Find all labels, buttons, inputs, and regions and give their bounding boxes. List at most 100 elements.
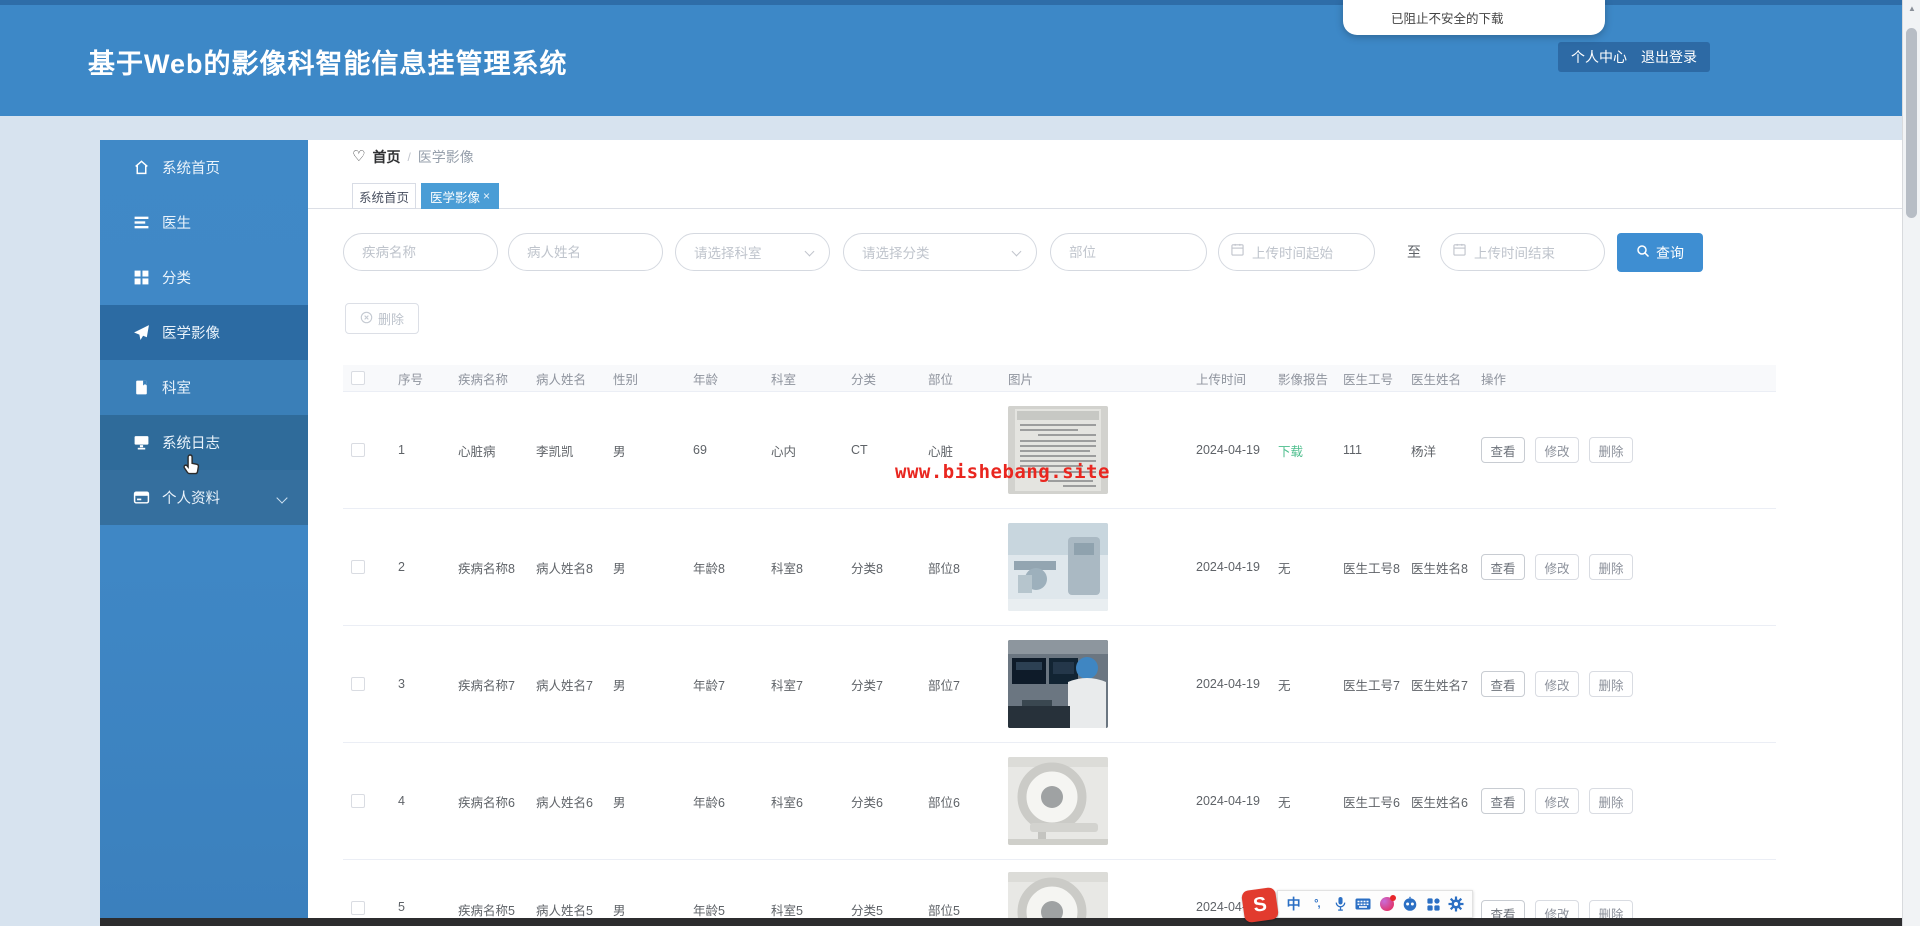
window-bottom-edge — [100, 918, 1904, 926]
medical-image-thumbnail[interactable] — [1008, 872, 1108, 918]
medical-image-thumbnail[interactable] — [1008, 757, 1108, 845]
vertical-scrollbar[interactable]: ▲ — [1902, 0, 1920, 926]
cell-age: 年龄6 — [693, 795, 725, 810]
breadcrumb-current: 医学影像 — [417, 149, 474, 165]
column-header: 序号 — [398, 372, 424, 387]
punctuation-icon[interactable]: °, — [1308, 896, 1325, 913]
sogou-logo-icon[interactable]: S — [1240, 886, 1280, 924]
column-header: 医生工号 — [1343, 372, 1394, 387]
sidebar-item-doctor[interactable]: 医生 — [100, 195, 308, 250]
cell-upload-date: 2024-04-19 — [1196, 677, 1260, 691]
sidebar-item-department[interactable]: 科室 — [100, 360, 308, 415]
view-button[interactable]: 查看 — [1481, 554, 1525, 580]
delete-row-button[interactable]: 删除 — [1589, 788, 1633, 814]
mouse-cursor-icon — [181, 452, 205, 483]
report-link[interactable]: 下载 — [1278, 445, 1303, 459]
upload-date-start-picker[interactable]: 上传时间起始 — [1218, 233, 1375, 271]
delete-row-button[interactable]: 删除 — [1589, 437, 1633, 463]
cell-category: 分类5 — [851, 904, 883, 918]
delete-row-button[interactable]: 删除 — [1589, 900, 1633, 918]
table-header: 序号 疾病名称 病人姓名 性别 年龄 科室 分类 部位 图片 上传时间 影像报告… — [343, 365, 1776, 392]
column-header: 操作 — [1481, 372, 1507, 387]
report-link[interactable]: 无 — [1278, 796, 1291, 810]
medical-image-thumbnail[interactable] — [1008, 640, 1108, 728]
scrollbar-thumb[interactable] — [1906, 28, 1917, 218]
upload-date-end-picker[interactable]: 上传时间结束 — [1440, 233, 1605, 271]
column-header: 疾病名称 — [458, 372, 509, 387]
edit-button[interactable]: 修改 — [1535, 437, 1579, 463]
column-header: 分类 — [851, 372, 877, 387]
report-link[interactable]: 无 — [1278, 679, 1291, 693]
sidebar-item-category[interactable]: 分类 — [100, 250, 308, 305]
column-header: 性别 — [613, 372, 639, 387]
sidebar: 系统首页 医生 分类 医学影像 科室 系统日志 个人资料 — [100, 140, 308, 918]
ime-mode-chinese[interactable]: 中 — [1285, 896, 1302, 913]
cell-department: 心内 — [771, 444, 797, 459]
cell-disease: 心脏病 — [458, 444, 496, 459]
scroll-up-icon[interactable]: ▲ — [1903, 4, 1920, 13]
download-blocked-text: 已阻止不安全的下载 — [1391, 12, 1504, 26]
cell-bodypart: 部位5 — [928, 904, 960, 918]
cell-upload-date: 2024-04-19 — [1196, 560, 1260, 574]
cell-doctor-name: 杨洋 — [1411, 444, 1437, 459]
medical-image-thumbnail[interactable] — [1008, 523, 1108, 611]
cell-disease: 疾病名称5 — [458, 904, 515, 918]
tab-system-home[interactable]: 系统首页 — [352, 183, 416, 209]
sidebar-item-medical-imaging[interactable]: 医学影像 — [100, 305, 308, 360]
body-part-input[interactable] — [1050, 233, 1207, 271]
cell-patient: 病人姓名6 — [536, 795, 593, 810]
view-button[interactable]: 查看 — [1481, 900, 1525, 918]
disease-name-input[interactable] — [343, 233, 498, 271]
cell-department: 科室8 — [771, 561, 803, 576]
edit-button[interactable]: 修改 — [1535, 900, 1579, 918]
view-button[interactable]: 查看 — [1481, 671, 1525, 697]
cell-bodypart: 部位8 — [928, 561, 960, 576]
view-button[interactable]: 查看 — [1481, 437, 1525, 463]
robot-icon[interactable] — [1401, 896, 1418, 913]
notebook-icon — [133, 379, 150, 396]
id-card-icon — [133, 489, 150, 506]
cell-department: 科室7 — [771, 678, 803, 693]
row-checkbox[interactable] — [351, 560, 365, 575]
cell-age: 年龄5 — [693, 904, 725, 918]
row-checkbox[interactable] — [351, 900, 365, 915]
cell-no: 4 — [398, 794, 405, 808]
logout-link[interactable]: 退出登录 — [1641, 47, 1697, 67]
table-row: 1 心脏病 李凯凯 男 69 心内 CT 心脏 2024-04-19 下载 11… — [343, 392, 1776, 509]
gear-icon[interactable] — [1448, 896, 1465, 913]
page-title: 基于Web的影像科智能信息挂管理系统 — [88, 49, 568, 79]
edit-button[interactable]: 修改 — [1535, 788, 1579, 814]
report-link[interactable]: 无 — [1278, 562, 1291, 576]
row-checkbox[interactable] — [351, 443, 365, 458]
chevron-down-icon — [276, 492, 288, 504]
delete-row-button[interactable]: 删除 — [1589, 554, 1633, 580]
cell-doctor-id: 医生工号7 — [1343, 678, 1400, 693]
edit-button[interactable]: 修改 — [1535, 554, 1579, 580]
patient-name-input[interactable] — [508, 233, 663, 271]
header-nav: 个人中心 退出登录 — [1558, 42, 1710, 72]
category-select[interactable]: 请选择分类 — [843, 233, 1037, 271]
table-row: 3 疾病名称7 病人姓名7 男 年龄7 科室7 分类7 部位7 2024-04-… — [343, 626, 1776, 743]
select-all-checkbox[interactable] — [351, 371, 365, 386]
department-select[interactable]: 请选择科室 — [675, 233, 830, 271]
personal-center-link[interactable]: 个人中心 — [1571, 47, 1627, 67]
mic-icon[interactable] — [1332, 896, 1349, 913]
apps-icon[interactable] — [1425, 896, 1442, 913]
row-checkbox[interactable] — [351, 794, 365, 809]
sidebar-item-home[interactable]: 系统首页 — [100, 140, 308, 195]
column-header: 科室 — [771, 372, 797, 387]
cell-gender: 男 — [613, 904, 626, 918]
cell-upload-date: 2024-04-19 — [1196, 794, 1260, 808]
row-checkbox[interactable] — [351, 677, 365, 692]
close-icon[interactable]: × — [483, 189, 490, 203]
batch-delete-button[interactable]: 删除 — [345, 303, 419, 334]
keyboard-icon[interactable] — [1355, 896, 1372, 913]
tab-medical-imaging[interactable]: 医学影像 × — [421, 183, 499, 209]
breadcrumb-home[interactable]: 首页 — [372, 147, 400, 167]
cell-doctor-name: 医生姓名6 — [1411, 795, 1468, 810]
skin-icon[interactable] — [1378, 895, 1396, 913]
delete-row-button[interactable]: 删除 — [1589, 671, 1633, 697]
view-button[interactable]: 查看 — [1481, 788, 1525, 814]
edit-button[interactable]: 修改 — [1535, 671, 1579, 697]
search-button[interactable]: 查询 — [1617, 233, 1703, 272]
